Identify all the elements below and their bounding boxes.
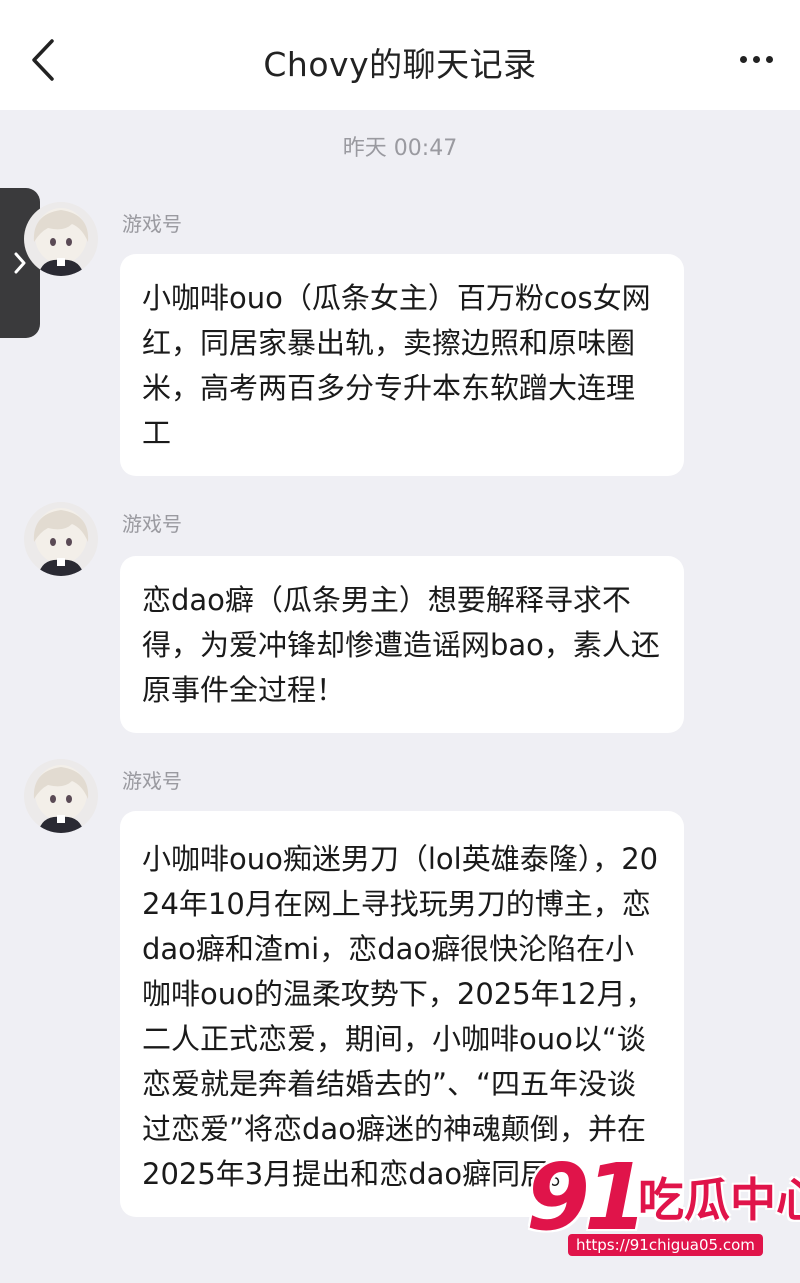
sender-name: 游戏号 (122, 769, 182, 793)
sender-name: 游戏号 (122, 512, 182, 536)
more-dot (752, 55, 760, 63)
more-button[interactable] (728, 44, 784, 74)
watermark-logo: 91 吃瓜中心 https://91chigua05.com (520, 1144, 800, 1270)
chevron-right-icon (14, 252, 26, 274)
watermark-text: 吃瓜中心 (638, 1173, 800, 1227)
message-bubble[interactable]: 恋dao癖（瓜条男主）想要解释寻求不得，为爱冲锋却惨遭造谣网bao，素人还原事件… (120, 556, 684, 733)
anime-avatar-icon (24, 202, 98, 276)
more-dot (765, 55, 773, 63)
avatar[interactable] (24, 202, 98, 276)
avatar[interactable] (24, 502, 98, 576)
anime-avatar-icon (24, 759, 98, 833)
watermark-url: https://91chigua05.com (568, 1234, 763, 1256)
page-title: Chovy的聊天记录 (263, 45, 537, 84)
sender-name: 游戏号 (122, 212, 182, 236)
more-dots-icon (739, 55, 747, 63)
anime-avatar-icon (24, 502, 98, 576)
chat-timestamp: 昨天 00:47 (342, 136, 458, 161)
top-bar: Chovy的聊天记录 (0, 0, 800, 110)
message-bubble[interactable]: 小咖啡ouo（瓜条女主）百万粉cos女网红，同居家暴出轨，卖擦边照和原味圈米，高… (120, 254, 684, 476)
avatar[interactable] (24, 759, 98, 833)
